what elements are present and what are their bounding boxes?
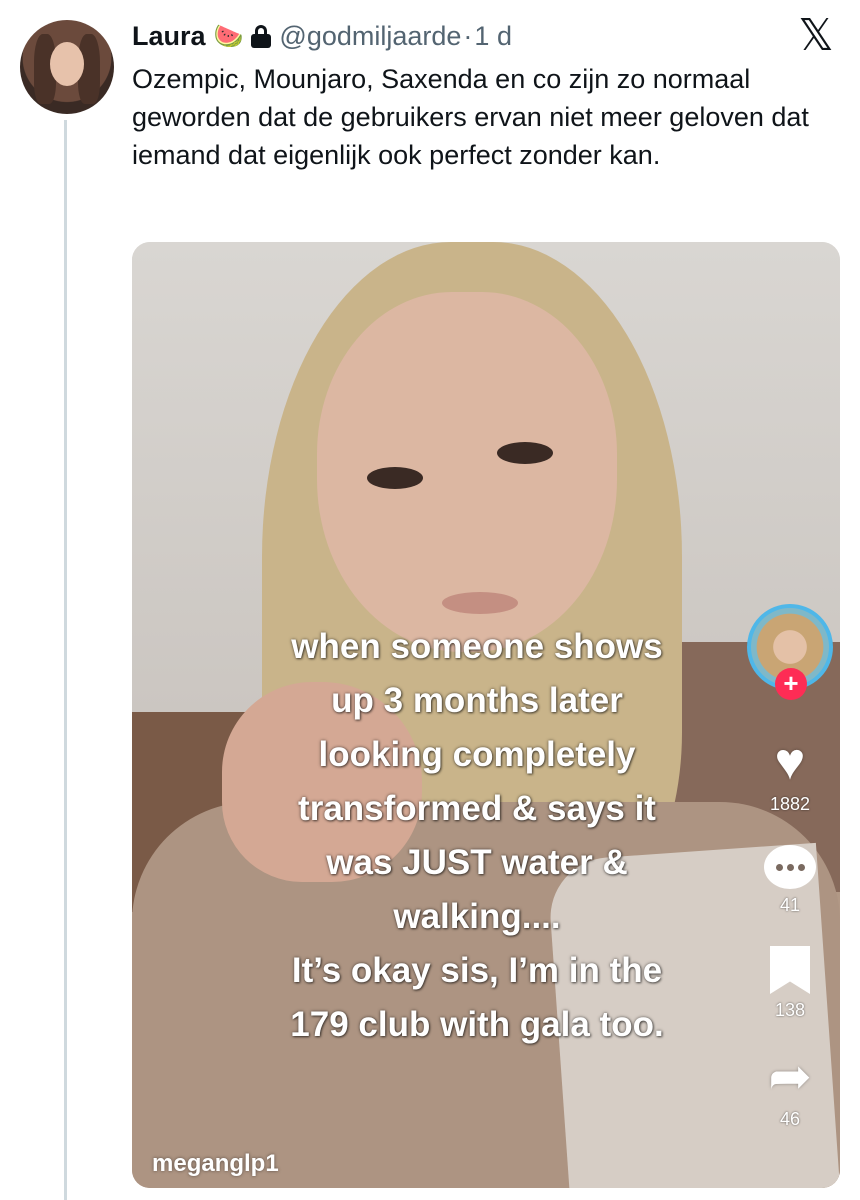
tweet-time[interactable]: 1 d — [474, 21, 512, 52]
comment-count: 41 — [779, 895, 801, 915]
avatar-face — [50, 42, 84, 86]
creator-avatar[interactable]: + — [747, 604, 833, 700]
x-logo-icon: 𝕏 — [798, 10, 834, 61]
share-arrow-icon[interactable]: ➦ — [768, 1051, 812, 1103]
save-action[interactable]: 138 — [770, 946, 810, 1021]
like-action[interactable]: ♥ 1882 — [770, 736, 810, 815]
lock-icon — [251, 25, 272, 48]
comment-icon[interactable] — [764, 845, 816, 889]
watermelon-emoji: 🍉 — [213, 22, 244, 50]
thread-line — [64, 120, 67, 1200]
share-count: 46 — [779, 1109, 800, 1129]
bookmark-icon[interactable] — [770, 946, 810, 994]
author-avatar[interactable] — [20, 20, 114, 114]
share-action[interactable]: ➦ 46 — [768, 1051, 812, 1130]
comment-action[interactable]: 41 — [764, 845, 816, 916]
like-count: 1882 — [769, 794, 811, 814]
tweet-header: Laura 🍉 @godmiljaarde · 1 d — [132, 16, 512, 56]
video-username[interactable]: meganglp1 — [152, 1150, 279, 1178]
video-caption: when someone shows up 3 months later loo… — [290, 627, 664, 1044]
separator-dot: · — [463, 20, 473, 51]
person-eye-left — [367, 467, 423, 489]
author-handle[interactable]: @godmiljaarde — [279, 21, 461, 52]
tweet-text: Ozempic, Mounjaro, Saxenda en co zijn zo… — [132, 64, 809, 170]
heart-icon[interactable]: ♥ — [775, 736, 806, 788]
save-count: 138 — [774, 1000, 806, 1020]
tweet-media-video[interactable]: when someone shows up 3 months later loo… — [132, 242, 840, 1188]
person-eye-right — [497, 442, 553, 464]
follow-plus-button[interactable]: + — [775, 668, 807, 700]
video-action-rail: + ♥ 1882 41 138 ➦ 46 — [742, 604, 838, 1130]
person-lips — [442, 592, 518, 614]
author-name[interactable]: Laura — [132, 21, 206, 52]
